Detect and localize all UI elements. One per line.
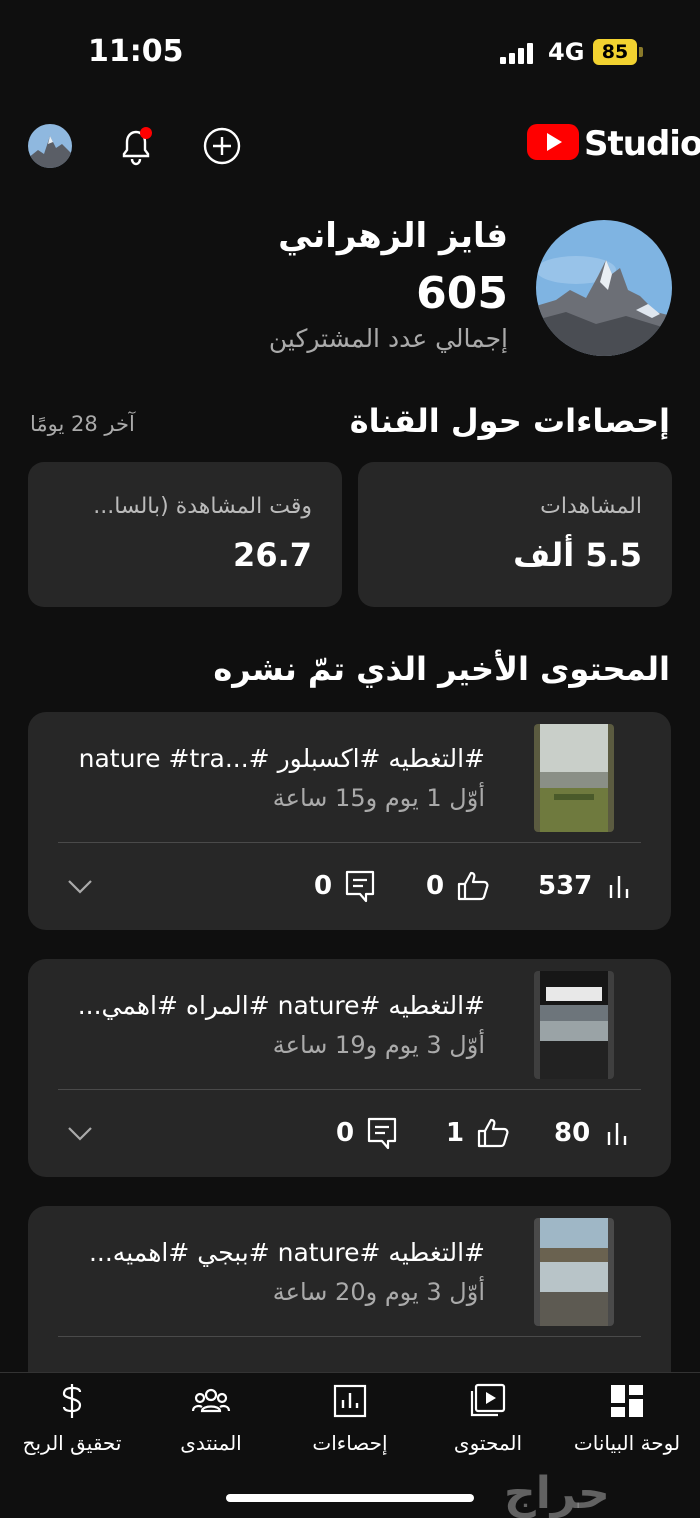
signal-icon [500,42,538,64]
analytics-chart-icon [333,1384,367,1418]
dollar-icon [62,1384,82,1418]
watch-time-card[interactable]: وقت المشاهدة (بالسا... 26.7 [28,462,342,607]
channel-name: فايز الزهراني [278,216,508,256]
video-thumbnail[interactable] [534,971,614,1079]
nav-community-label: المنتدى [180,1431,242,1455]
notifications-bell-icon[interactable] [116,124,156,168]
video-age: أوّل 3 يوم و19 ساعة [272,1031,485,1059]
bar-chart-icon [610,876,629,898]
nav-earn[interactable]: تحقيق الربح [2,1381,142,1455]
thumbs-up-icon [457,871,489,901]
youtube-logo-icon [526,122,580,162]
watch-time-label: وقت المشاهدة (بالسا... [93,494,312,519]
community-people-icon [191,1388,231,1413]
views-count: 80 [554,1118,591,1148]
content-card[interactable]: #التغطيه #اكسبلور #...nature #tra أوّل 1… [28,712,671,930]
channel-avatar[interactable] [536,220,672,356]
create-plus-icon[interactable] [202,126,242,166]
account-avatar[interactable] [28,124,72,168]
content-video-icon [470,1383,506,1417]
comments-metric: 0 [314,868,376,904]
network-type: 4G [548,38,585,66]
nav-earn-label: تحقيق الربح [22,1431,122,1455]
video-thumbnail[interactable] [534,724,614,832]
battery-icon: 85 [593,39,637,65]
comments-count: 0 [336,1118,355,1148]
nav-content-label: المحتوى [453,1431,523,1455]
nav-content[interactable]: المحتوى [418,1381,558,1455]
divider [58,1089,641,1090]
comment-icon [367,1117,397,1150]
views-card[interactable]: المشاهدات 5.5 ألف [358,462,672,607]
nav-analytics[interactable]: إحصاءات [280,1381,420,1455]
divider [58,842,641,843]
recent-content-title: المحتوى الأخير الذي تمّ نشره [213,650,670,688]
views-metric: 80 [554,1115,632,1151]
chevron-down-icon[interactable] [66,1119,94,1147]
home-indicator[interactable] [226,1494,474,1502]
likes-count: 0 [426,871,445,901]
video-age: أوّل 1 يوم و15 ساعة [272,784,485,812]
views-value: 5.5 ألف [513,536,642,574]
subscriber-count: 605 [416,268,508,319]
studio-title: Studio [584,124,700,164]
nav-analytics-label: إحصاءات [312,1431,388,1455]
likes-metric: 1 [446,1115,510,1151]
video-title: #التغطيه #اكسبلور #...nature #tra [78,744,485,773]
video-title: #التغطيه #nature #المراه #اهمي... [77,991,485,1020]
comments-count: 0 [314,871,333,901]
comments-metric: 0 [336,1115,398,1151]
subscriber-label: إجمالي عدد المشتركين [268,324,508,353]
watch-time-value: 26.7 [233,536,312,574]
notification-dot [140,127,152,139]
nav-dashboard-label: لوحة البيانات [573,1431,681,1455]
watermark: حراج [504,1468,610,1518]
views-metric: 537 [538,868,634,904]
video-age: أوّل 3 يوم و20 ساعة [272,1278,485,1306]
views-label: المشاهدات [540,494,642,519]
chevron-down-icon[interactable] [66,872,94,900]
thumbs-up-icon [477,1118,509,1148]
video-thumbnail[interactable] [534,1218,614,1326]
stats-title: إحصاءات حول القناة [349,402,670,440]
nav-community[interactable]: المنتدى [141,1381,281,1455]
divider [58,1336,641,1337]
bar-chart-icon [607,1123,627,1145]
nav-dashboard[interactable]: لوحة البيانات [557,1381,697,1455]
views-count: 537 [538,871,593,901]
dashboard-icon [611,1385,643,1417]
comment-icon [345,870,375,903]
likes-metric: 0 [426,868,490,904]
likes-count: 1 [446,1118,465,1148]
content-card[interactable]: #التغطيه #nature #المراه #اهمي... أوّل 3… [28,959,671,1177]
battery-tip [639,47,643,57]
video-title: #التغطيه #nature #ببجي #اهميه... [88,1238,485,1267]
status-time: 11:05 [88,34,184,69]
stats-period[interactable]: آخر 28 يومًا [30,412,135,436]
